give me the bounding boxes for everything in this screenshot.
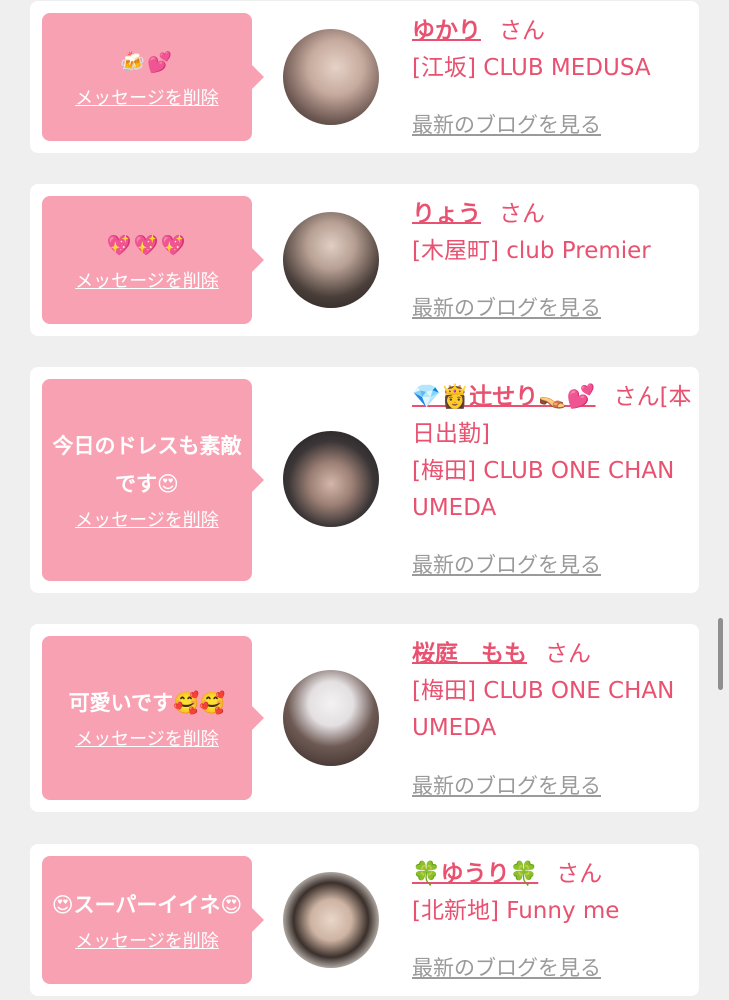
latest-blog-link[interactable]: 最新のブログを見る xyxy=(412,770,601,800)
message-card: 可愛いです🥰🥰 メッセージを削除 桜庭 もも さん [梅田] CLUB ONE C… xyxy=(30,624,699,812)
avatar[interactable] xyxy=(283,431,379,527)
shop-name: [梅田] CLUB ONE CHAN UMEDA xyxy=(412,458,675,521)
message-bubble: 🍻💕 メッセージを削除 xyxy=(42,13,264,141)
message-bubble: 可愛いです🥰🥰 メッセージを削除 xyxy=(42,636,264,800)
message-card: 💖💖💖 メッセージを削除 りょう さん [木屋町] club Premier 最新… xyxy=(30,184,699,336)
avatar[interactable] xyxy=(283,29,379,125)
delete-message-link[interactable]: メッセージを削除 xyxy=(75,728,219,752)
honorific: さん xyxy=(556,861,603,887)
avatar[interactable] xyxy=(283,670,379,766)
honorific: さん xyxy=(545,641,591,667)
cast-info: 💎👸辻せり👡💕 さん[本日出勤] [梅田] CLUB ONE CHAN UMEDA xyxy=(412,379,692,527)
message-bubble: 😍スーパーイイネ😍 メッセージを削除 xyxy=(42,856,264,984)
shop-name: [北新地] Funny me xyxy=(412,898,620,924)
message-text: 🍻💕 xyxy=(120,50,174,74)
cast-name-link[interactable]: りょう xyxy=(412,201,481,227)
latest-blog-link[interactable]: 最新のブログを見る xyxy=(412,549,601,579)
cast-info: 桜庭 もも さん [梅田] CLUB ONE CHAN UMEDA xyxy=(412,636,692,747)
delete-message-link[interactable]: メッセージを削除 xyxy=(75,270,219,294)
message-text: 😍スーパーイイネ😍 xyxy=(51,893,243,917)
cast-info: りょう さん [木屋町] club Premier xyxy=(412,196,692,270)
message-card: 😍スーパーイイネ😍 メッセージを削除 🍀ゆうり🍀 さん [北新地] Funny m… xyxy=(30,844,699,996)
shop-name: [江坂] CLUB MEDUSA xyxy=(412,55,651,81)
cast-name-link[interactable]: 桜庭 もも xyxy=(412,641,527,667)
latest-blog-link[interactable]: 最新のブログを見る xyxy=(412,952,601,982)
message-card: 🍻💕 メッセージを削除 ゆかり さん [江坂] CLUB MEDUSA 最新のブロ… xyxy=(30,1,699,153)
shop-name: [木屋町] club Premier xyxy=(412,238,651,264)
cast-info: 🍀ゆうり🍀 さん [北新地] Funny me xyxy=(412,856,692,930)
cast-name-link[interactable]: 💎👸辻せり👡💕 xyxy=(412,384,596,410)
honorific: さん xyxy=(499,18,545,44)
cast-name-link[interactable]: 🍀ゆうり🍀 xyxy=(412,861,538,887)
message-bubble: 今日のドレスも素敵です😍 メッセージを削除 xyxy=(42,379,264,581)
message-bubble: 💖💖💖 メッセージを削除 xyxy=(42,196,264,324)
delete-message-link[interactable]: メッセージを削除 xyxy=(75,509,219,533)
latest-blog-link[interactable]: 最新のブログを見る xyxy=(412,109,601,139)
latest-blog-link[interactable]: 最新のブログを見る xyxy=(412,292,601,322)
delete-message-link[interactable]: メッセージを削除 xyxy=(75,87,219,111)
shop-name: [梅田] CLUB ONE CHAN UMEDA xyxy=(412,678,675,741)
cast-name-link[interactable]: ゆかり xyxy=(412,18,481,44)
message-text: 今日のドレスも素敵です😍 xyxy=(52,434,242,496)
cast-info: ゆかり さん [江坂] CLUB MEDUSA xyxy=(412,13,692,87)
avatar[interactable] xyxy=(283,212,379,308)
honorific: さん xyxy=(499,201,545,227)
message-card: 今日のドレスも素敵です😍 メッセージを削除 💎👸辻せり👡💕 さん[本日出勤] [梅… xyxy=(30,367,699,593)
message-text: 可愛いです🥰🥰 xyxy=(68,691,226,715)
delete-message-link[interactable]: メッセージを削除 xyxy=(75,930,219,954)
avatar[interactable] xyxy=(283,872,379,968)
scrollbar[interactable] xyxy=(718,618,723,690)
message-text: 💖💖💖 xyxy=(106,233,188,257)
